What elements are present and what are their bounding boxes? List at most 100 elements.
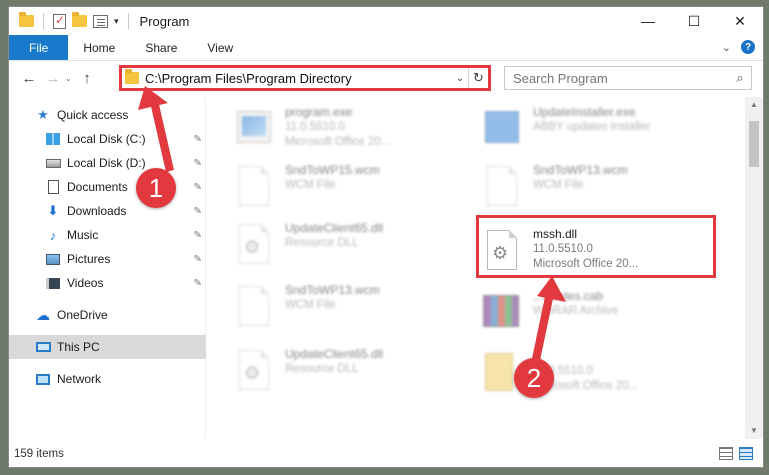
tab-home[interactable]: Home	[68, 35, 130, 60]
folder-icon	[19, 12, 34, 27]
navigation-bar: ← → ⌄ ↑ C:\Program Files\Program Directo…	[9, 62, 763, 94]
sidebar-item-label: Local Disk (D:)	[67, 156, 146, 170]
file-name: mssh.dll	[533, 227, 578, 241]
pin-icon[interactable]: ✎	[194, 206, 202, 217]
sidebar-item-label: Videos	[67, 276, 104, 290]
sidebar-item-this-pc[interactable]: This PC	[9, 335, 206, 359]
file-item[interactable]: ⚙ UpdateClient65.dll Resource DLL	[213, 219, 453, 271]
search-box[interactable]: ⌕	[504, 66, 752, 90]
sidebar-item-downloads[interactable]: ⬇ Downloads ✎	[9, 199, 206, 223]
pin-icon[interactable]: ✎	[194, 278, 202, 289]
annotation-step-1: 1	[136, 168, 176, 208]
file-item[interactable]: SndToWP13.wcm WCM File	[213, 281, 453, 333]
sidebar-item-quick-access[interactable]: ★ Quick access	[9, 103, 206, 127]
file-item-mssh-dll[interactable]: ⚙ mssh.dll 11.0.5510.0 Microsoft Office …	[461, 225, 701, 277]
address-path[interactable]: C:\Program Files\Program Directory	[145, 71, 452, 86]
sidebar-item-local-disk-c[interactable]: Local Disk (C:) ✎	[9, 127, 206, 151]
expand-ribbon-icon[interactable]: ⌄	[722, 41, 731, 54]
scrollbar-thumb[interactable]	[749, 121, 759, 167]
sidebar-item-pictures[interactable]: Pictures ✎	[9, 247, 206, 271]
window-title: Program	[139, 13, 190, 29]
file-name: UpdateClient65.dll	[285, 347, 384, 361]
sidebar-item-videos[interactable]: Videos ✎	[9, 271, 206, 295]
sidebar-item-music[interactable]: ♪ Music ✎	[9, 223, 206, 247]
pictures-icon	[45, 252, 61, 266]
file-detail: WinRAR Archive	[533, 305, 618, 317]
file-icon	[487, 166, 517, 206]
properties-icon[interactable]	[53, 13, 66, 29]
folder-icon	[125, 69, 139, 84]
dll-file-icon: ⚙	[487, 230, 517, 270]
dll-file-icon: ⚙	[239, 350, 269, 390]
tab-view[interactable]: View	[192, 35, 248, 60]
ribbon-tabs: File Home Share View ⌄ ?	[9, 35, 763, 61]
file-item[interactable]: UpdateInstaller.exe ABBY updates install…	[461, 103, 701, 155]
file-item[interactable]: ... 11.0.5510.0 Microsoft Office 20...	[461, 347, 701, 399]
file-item[interactable]: ...ificates.cab WinRAR Archive	[461, 287, 701, 339]
pin-icon[interactable]: ✎	[194, 254, 202, 265]
pin-icon[interactable]: ✎	[194, 230, 202, 241]
ribbon-right-controls: ⌄ ?	[722, 40, 755, 54]
music-icon: ♪	[49, 227, 57, 243]
sidebar-item-documents[interactable]: Documents ✎	[9, 175, 206, 199]
dll-file-icon: ⚙	[239, 224, 269, 264]
sidebar-item-label: Downloads	[67, 204, 127, 218]
address-bar[interactable]: C:\Program Files\Program Directory ⌄ ↻	[119, 65, 491, 91]
maximize-button[interactable]: ☐	[671, 7, 717, 35]
toolbar-divider	[43, 13, 44, 29]
vertical-scrollbar[interactable]: ▲ ▼	[745, 97, 763, 439]
pin-icon[interactable]: ✎	[194, 182, 202, 193]
status-bar: 159 items	[9, 439, 763, 467]
search-icon[interactable]: ⌕	[729, 70, 751, 86]
scroll-up-icon[interactable]: ▲	[745, 97, 763, 113]
tab-file[interactable]: File	[9, 35, 69, 60]
pin-icon[interactable]: ✎	[194, 158, 202, 169]
customize-toolbar-icon[interactable]: ▾	[114, 16, 119, 27]
forward-arrow-icon[interactable]: →	[41, 70, 65, 87]
file-item[interactable]: SndToWP15.wcm WCM File	[213, 161, 453, 213]
minimize-button[interactable]: —	[625, 7, 671, 35]
file-item[interactable]: SndToWP13.wcm WCM File	[461, 161, 701, 213]
new-folder-icon[interactable]	[72, 12, 87, 27]
sidebar-item-label: Network	[57, 372, 102, 386]
close-button[interactable]: ✕	[717, 7, 763, 35]
navigation-pane: ★ Quick access Local Disk (C:) ✎ Local D…	[9, 97, 206, 439]
winrar-archive-icon	[483, 295, 519, 327]
archive-file-icon	[485, 353, 513, 391]
sidebar-item-local-disk-d[interactable]: Local Disk (D:) ✎	[9, 151, 206, 175]
file-detail: 11.0.5510.0	[533, 365, 593, 377]
refresh-icon[interactable]: ↻	[468, 68, 488, 88]
videos-icon	[45, 276, 61, 290]
file-name: ...	[533, 349, 544, 363]
pin-icon[interactable]: ✎	[194, 134, 202, 145]
file-name: SndToWP15.wcm	[285, 163, 380, 177]
address-dropdown-icon[interactable]: ⌄	[452, 73, 468, 84]
file-detail: Microsoft Office 20...	[533, 258, 639, 270]
scroll-down-icon[interactable]: ▼	[745, 423, 763, 439]
search-input[interactable]	[513, 70, 729, 86]
up-arrow-icon[interactable]: ↑	[75, 70, 99, 87]
file-item[interactable]: ⚙ UpdateClient65.dll Resource DLL	[213, 345, 453, 397]
details-view-icon[interactable]	[719, 447, 733, 460]
sidebar-item-onedrive[interactable]: ☁ OneDrive	[9, 303, 206, 327]
sidebar-item-label: This PC	[57, 340, 100, 354]
annotation-step-2: 2	[514, 358, 554, 398]
help-icon[interactable]: ?	[741, 40, 755, 54]
file-detail: Microsoft Office 20...	[533, 380, 639, 392]
onedrive-icon: ☁	[36, 306, 50, 323]
exe-file-icon	[237, 111, 271, 143]
tab-share[interactable]: Share	[130, 35, 192, 60]
network-icon	[35, 372, 51, 386]
tiles-view-icon[interactable]	[739, 447, 753, 460]
view-icon[interactable]	[93, 14, 108, 28]
this-pc-icon	[35, 340, 51, 354]
back-arrow-icon[interactable]: ←	[17, 70, 41, 87]
file-detail: WCM File	[285, 179, 336, 191]
file-detail: 11.0.5510.0	[285, 121, 345, 133]
recent-locations-icon[interactable]: ⌄	[65, 74, 75, 83]
sidebar-item-network[interactable]: Network	[9, 367, 206, 391]
documents-icon	[45, 180, 61, 194]
file-icon	[239, 286, 269, 326]
file-name: UpdateInstaller.exe	[533, 105, 636, 119]
file-item[interactable]: program.exe 11.0.5510.0 Microsoft Office…	[213, 103, 453, 155]
